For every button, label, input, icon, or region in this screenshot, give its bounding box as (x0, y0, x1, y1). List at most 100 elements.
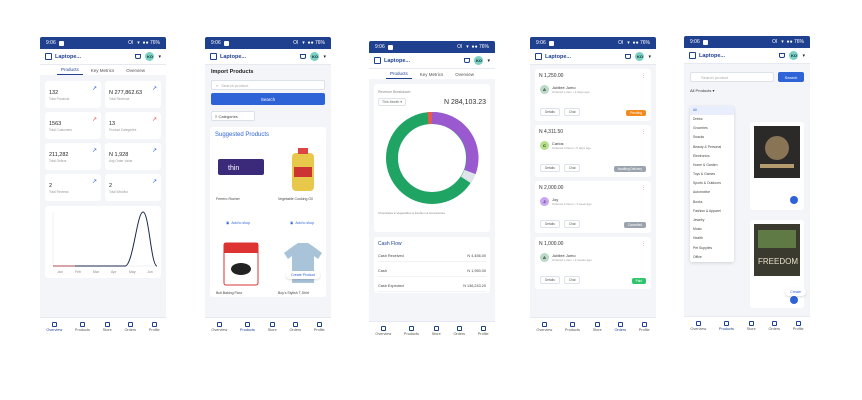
nav-products[interactable]: Products (719, 320, 734, 331)
more-options-icon[interactable]: ⋮ (641, 73, 646, 79)
dropdown-option[interactable]: Office (690, 253, 734, 262)
avatar[interactable]: KO (145, 52, 155, 61)
chat-button[interactable]: Chat (563, 108, 581, 116)
product-image-ferrero[interactable]: thin (216, 145, 266, 195)
chevron-down-icon[interactable]: ▾ (487, 58, 490, 64)
cart-icon[interactable] (300, 54, 307, 59)
nav-store[interactable]: Store (432, 325, 441, 336)
order-card[interactable]: N 1,000.00 ⋮ A Jubilee Jumo Ordered 1 it… (535, 237, 651, 289)
dropdown-option[interactable]: Beauty & Personal (690, 143, 734, 152)
nav-overview[interactable]: Overview (211, 321, 227, 332)
cart-icon[interactable] (464, 58, 471, 63)
nav-profile[interactable]: Profile (639, 321, 650, 332)
nav-store[interactable]: Store (747, 320, 756, 331)
nav-overview[interactable]: Overview (375, 325, 391, 336)
details-button[interactable]: Details (540, 164, 560, 172)
order-card[interactable]: N 2,000.00 ⋮ J Joy Ordered 2 items • 1 w… (535, 181, 651, 233)
nav-profile[interactable]: Profile (149, 321, 160, 332)
tab-overview[interactable]: Overview (451, 70, 478, 79)
cart-icon[interactable] (779, 53, 786, 58)
more-options-icon[interactable]: ⋮ (641, 241, 646, 247)
dropdown-option[interactable]: Snacks (690, 134, 734, 143)
chat-button[interactable]: Chat (563, 220, 581, 228)
add-to-shop-button[interactable]: ▣ Add to shop (226, 221, 250, 225)
dropdown-option[interactable]: Groceries (690, 124, 734, 133)
nav-overview[interactable]: Overview (46, 321, 62, 332)
nav-products[interactable]: Products (75, 321, 90, 332)
nav-orders[interactable]: Orders (124, 321, 136, 332)
brand-name[interactable]: Laptope... (545, 54, 571, 60)
store-search-input[interactable]: Search product (690, 72, 774, 82)
dropdown-option[interactable]: Music (690, 225, 734, 234)
dropdown-option[interactable]: Books (690, 198, 734, 207)
nav-orders[interactable]: Orders (614, 321, 626, 332)
product-image-flour[interactable] (216, 239, 266, 289)
dropdown-option[interactable]: Pet Supplies (690, 244, 734, 253)
tab-overview[interactable]: Overview (122, 66, 149, 75)
nav-orders[interactable]: Orders (768, 320, 780, 331)
cart-icon[interactable] (135, 54, 142, 59)
chat-button[interactable]: Chat (563, 164, 581, 172)
dropdown-option[interactable]: Toys & Games (690, 170, 734, 179)
dropdown-option[interactable]: Fashion & Apparel (690, 207, 734, 216)
dropdown-option[interactable]: Jewelry (690, 216, 734, 225)
details-button[interactable]: Details (540, 108, 560, 116)
dropdown-option[interactable]: Automotive (690, 189, 734, 198)
product-card[interactable] (750, 122, 804, 210)
brand-name[interactable]: Laptope... (384, 58, 410, 64)
dropdown-option[interactable]: Sports & Outdoors (690, 180, 734, 189)
chevron-down-icon[interactable]: ▾ (323, 54, 326, 60)
tab-products[interactable]: Products (385, 69, 412, 79)
tab-key-metrics[interactable]: Key Metrics (87, 66, 119, 75)
add-to-cart-icon[interactable] (790, 296, 798, 304)
add-to-shop-button[interactable]: ▣ Add to shop (290, 221, 314, 225)
nav-store[interactable]: Store (593, 321, 602, 332)
nav-overview[interactable]: Overview (536, 321, 552, 332)
nav-profile[interactable]: Profile (793, 320, 804, 331)
product-image-oil[interactable] (278, 145, 328, 195)
tab-products[interactable]: Products (56, 65, 83, 75)
avatar[interactable]: KO (789, 51, 799, 60)
more-options-icon[interactable]: ⋮ (641, 129, 646, 135)
avatar[interactable]: KO (635, 52, 645, 61)
dropdown-option[interactable]: Home & Garden (690, 161, 734, 170)
add-to-cart-icon[interactable] (790, 196, 798, 204)
categories-filter[interactable]: ≡ Categories (211, 111, 255, 121)
product-image-tshirt[interactable] (278, 239, 328, 289)
nav-profile[interactable]: Profile (314, 321, 325, 332)
order-card[interactable]: N 1,250.00 ⋮ A Jubilee Jumo Ordered 1 it… (535, 69, 651, 121)
brand-name[interactable]: Laptope... (55, 54, 81, 60)
brand-name[interactable]: Laptope... (699, 53, 725, 59)
details-button[interactable]: Details (540, 220, 560, 228)
chevron-down-icon[interactable]: ▾ (802, 53, 805, 59)
nav-store[interactable]: Store (268, 321, 277, 332)
more-options-icon[interactable]: ⋮ (641, 185, 646, 191)
avatar[interactable]: KO (474, 56, 484, 65)
chevron-down-icon[interactable]: ▾ (648, 54, 651, 60)
search-button[interactable]: Search (211, 93, 325, 105)
nav-products[interactable]: Products (240, 321, 255, 332)
create-product-button[interactable]: Create Product (286, 271, 321, 279)
chevron-down-icon[interactable]: ▾ (158, 54, 161, 60)
dropdown-option[interactable]: Electronics (690, 152, 734, 161)
nav-profile[interactable]: Profile (478, 325, 489, 336)
nav-products[interactable]: Products (565, 321, 580, 332)
nav-overview[interactable]: Overview (690, 320, 706, 331)
order-card[interactable]: N 4,311.50 ⋮ C Carlos Ordered 3 items • … (535, 125, 651, 177)
chat-button[interactable]: Chat (563, 276, 581, 284)
tab-key-metrics[interactable]: Key Metrics (416, 70, 448, 79)
dropdown-option[interactable]: Drinks (690, 115, 734, 124)
category-filter-select[interactable]: All Products ▾ (684, 86, 810, 95)
nav-orders[interactable]: Orders (453, 325, 465, 336)
nav-store[interactable]: Store (103, 321, 112, 332)
cart-icon[interactable] (625, 54, 632, 59)
dropdown-option[interactable]: All (690, 106, 734, 116)
details-button[interactable]: Details (540, 276, 560, 284)
nav-orders[interactable]: Orders (289, 321, 301, 332)
nav-products[interactable]: Products (404, 325, 419, 336)
avatar[interactable]: KO (310, 52, 320, 61)
brand-name[interactable]: Laptope... (220, 54, 246, 60)
product-search-input[interactable]: ⌕ Search product (211, 80, 325, 90)
dropdown-option[interactable]: Health (690, 235, 734, 244)
store-search-button[interactable]: Search (778, 72, 804, 82)
